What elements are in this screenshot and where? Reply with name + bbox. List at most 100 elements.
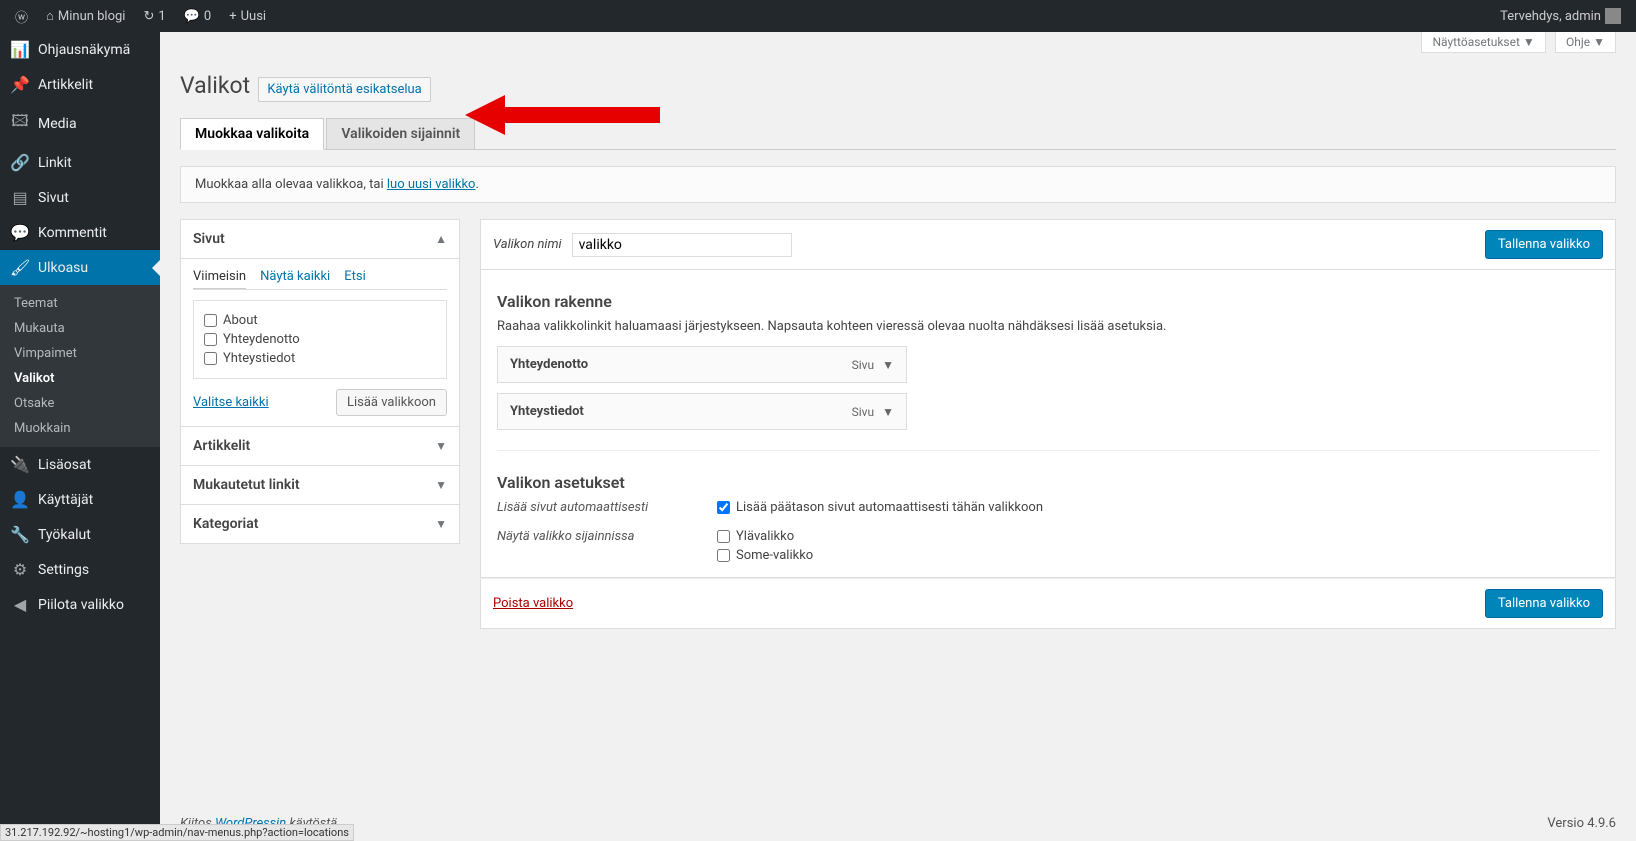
location-top-option[interactable]: Ylävalikko [717,529,813,544]
site-link[interactable]: ⌂ Minun blogi [39,0,132,32]
menu-posts[interactable]: 📌 Artikkelit [0,67,160,102]
dashboard-icon: 📊 [10,40,30,59]
menu-tools[interactable]: 🔧Työkalut [0,517,160,552]
menu-label: Ohjausnäkymä [38,42,130,58]
menu-users[interactable]: 👤Käyttäjät [0,482,160,517]
submenu-themes[interactable]: Teemat [0,291,160,316]
menu-label: Kommentit [38,225,107,241]
brush-icon: 🖌 [10,258,30,277]
comments-link[interactable]: 💬0 [177,0,219,32]
caret-down-icon[interactable]: ▼ [882,358,894,372]
page-checkbox[interactable] [204,314,217,327]
admin-footer: Kiitos WordPressin käytöstä Versio 4.9.6 [180,816,1616,831]
new-content-link[interactable]: +Uusi [222,0,273,32]
menu-media[interactable]: 🖾Media [0,102,160,145]
settings-heading: Valikon asetukset [497,473,1599,492]
menu-label: Sivut [38,190,69,206]
page-item[interactable]: Yhteystiedot [204,349,436,368]
menu-dashboard[interactable]: 📊 Ohjausnäkymä [0,32,160,67]
comment-icon: 💬 [184,9,200,24]
live-preview-button[interactable]: Käytä välitöntä esikatselua [258,77,430,102]
accordion-posts[interactable]: Artikkelit▼ [181,426,459,465]
comment-icon: 💬 [10,223,30,242]
menu-item[interactable]: Yhteydenotto Sivu▼ [497,346,907,383]
my-account[interactable]: Tervehdys, admin [1493,0,1628,32]
subtab-recent[interactable]: Viimeisin [193,269,246,289]
menu-name-label: Valikon nimi [493,237,562,252]
subtab-all[interactable]: Näytä kaikki [260,269,330,289]
menu-comments[interactable]: 💬 Kommentit [0,215,160,250]
admin-toolbar: ⓦ ⌂Minun blogi ↻1 💬0 +Uusi Tervehdys, ad… [0,0,1636,32]
location-checkbox[interactable] [717,530,730,543]
menu-header-row: Valikon nimi Tallenna valikko [480,219,1616,270]
accordion-custom-links[interactable]: Mukautetut linkit▼ [181,465,459,504]
caret-down-icon: ▼ [435,478,447,492]
pin-icon: 📌 [10,75,30,94]
page-checkbox[interactable] [204,333,217,346]
admin-sidebar: 📊 Ohjausnäkymä 📌 Artikkelit 🖾Media 🔗Linkit… [0,32,160,841]
appearance-submenu: Teemat Mukauta Vimpaimet Valikot Otsake … [0,285,160,447]
user-avatar [1605,8,1621,24]
help-button[interactable]: Ohje ▼ [1555,32,1616,53]
annotation-arrow [465,90,665,140]
menu-label: Työkalut [38,527,91,543]
screen-options-button[interactable]: Näyttöasetukset ▼ [1421,32,1545,53]
add-to-menu-button[interactable]: Lisää valikkoon [336,389,447,416]
save-menu-button-top[interactable]: Tallenna valikko [1485,230,1603,259]
tab-menu-locations[interactable]: Valikoiden sijainnit [326,118,475,150]
wp-logo[interactable]: ⓦ [8,0,35,32]
site-name: Minun blogi [58,9,126,24]
plus-icon: + [229,9,236,24]
page-item[interactable]: Yhteydenotto [204,330,436,349]
menu-settings[interactable]: ⚙Settings [0,552,160,587]
submenu-customize[interactable]: Mukauta [0,316,160,341]
menu-appearance[interactable]: 🖌Ulkoasu [0,250,160,285]
caret-down-icon: ▼ [435,517,447,531]
manage-menus-bar: Muokkaa alla olevaa valikkoa, tai luo uu… [180,166,1616,203]
comments-count: 0 [204,9,211,24]
submenu-menus[interactable]: Valikot [0,366,160,391]
caret-up-icon: ▲ [435,232,447,246]
nav-tabs: Muokkaa valikoita Valikoiden sijainnit [180,113,1616,150]
page-checkbox[interactable] [204,352,217,365]
plugin-icon: 🔌 [10,455,30,474]
link-icon: 🔗 [10,153,30,172]
menu-links[interactable]: 🔗Linkit [0,145,160,180]
delete-menu-link[interactable]: Poista valikko [493,596,573,611]
tab-edit-menus[interactable]: Muokkaa valikoita [180,118,324,150]
version-text: Versio 4.9.6 [1547,816,1616,831]
caret-down-icon[interactable]: ▼ [882,405,894,419]
menu-label: Artikkelit [38,77,93,93]
menu-pages[interactable]: ▤ Sivut [0,180,160,215]
auto-add-label: Lisää sivut automaattisesti [497,500,717,515]
location-checkbox[interactable] [717,549,730,562]
menu-plugins[interactable]: 🔌 Lisäosat [0,447,160,482]
page-title: Valikot [180,63,250,103]
submenu-editor[interactable]: Muokkain [0,416,160,441]
home-icon: ⌂ [46,8,54,24]
menu-item[interactable]: Yhteystiedot Sivu▼ [497,393,907,430]
select-all-link[interactable]: Valitse kaikki [193,395,269,410]
caret-down-icon: ▼ [1593,35,1605,49]
accordion-categories[interactable]: Kategoriat▼ [181,504,459,543]
collapse-menu[interactable]: ◀Piilota valikko [0,587,160,622]
save-menu-button-bottom[interactable]: Tallenna valikko [1485,589,1603,618]
structure-desc: Raahaa valikkolinkit haluamaasi järjesty… [497,319,1599,334]
collapse-icon: ◀ [10,595,30,614]
auto-add-checkbox[interactable] [717,501,730,514]
pages-checklist: About Yhteydenotto Yhteystiedot [193,300,447,379]
page-item[interactable]: About [204,311,436,330]
submenu-widgets[interactable]: Vimpaimet [0,341,160,366]
accordion-pages[interactable]: Sivut▲ [181,220,459,258]
menu-label: Lisäosat [38,457,91,473]
submenu-header[interactable]: Otsake [0,391,160,416]
create-new-menu-link[interactable]: luo uusi valikko [387,177,476,192]
updates-link[interactable]: ↻1 [136,0,172,32]
menu-name-input[interactable] [572,233,792,257]
auto-add-option[interactable]: Lisää päätason sivut automaattisesti täh… [717,500,1043,515]
location-social-option[interactable]: Some-valikko [717,548,813,563]
page-icon: ▤ [10,188,30,207]
menu-label: Käyttäjät [38,492,93,508]
subtab-search[interactable]: Etsi [344,269,366,289]
refresh-icon: ↻ [143,9,154,24]
